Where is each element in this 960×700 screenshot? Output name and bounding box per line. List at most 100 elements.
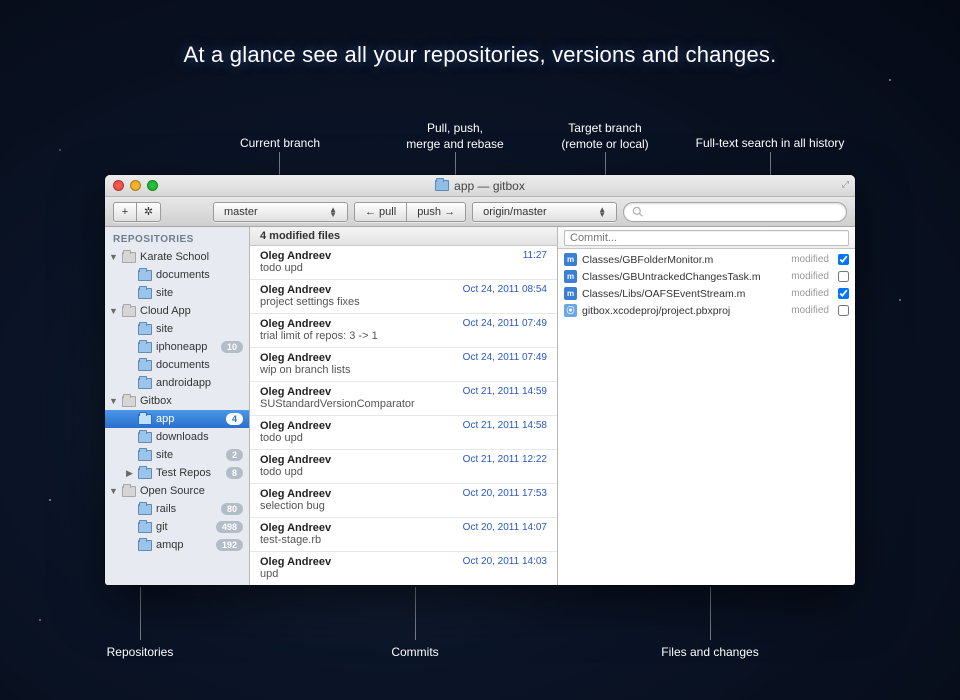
window-fullscreen-icon[interactable]: ⤢	[842, 179, 849, 190]
commit-author: Oleg Andreev	[260, 352, 331, 364]
callout-repos: Repositories	[90, 644, 190, 660]
sidebar-item[interactable]: site2	[105, 446, 249, 464]
pull-button[interactable]: ← pull	[354, 202, 407, 222]
sidebar-item[interactable]: site	[105, 284, 249, 302]
callout-files: Files and changes	[640, 644, 780, 660]
folder-icon	[138, 540, 152, 551]
commit-row[interactable]: Oleg AndreevOct 20, 2011 17:53selection …	[250, 484, 557, 518]
sidebar: REPOSITORIES ▼Karate Schooldocumentssite…	[105, 227, 250, 585]
file-row[interactable]: mClasses/GBUntrackedChangesTask.mmodifie…	[558, 268, 855, 285]
commit-message: test-stage.rb	[260, 534, 547, 546]
count-badge: 498	[216, 521, 243, 533]
commit-row[interactable]: Oleg AndreevOct 20, 2011 14:07test-stage…	[250, 518, 557, 552]
toolbar-left-group: + ✲	[113, 202, 161, 222]
folder-icon	[435, 180, 449, 191]
commit-row[interactable]: Oleg AndreevOct 20, 2011 14:03upd	[250, 552, 557, 585]
sidebar-item[interactable]: downloads	[105, 428, 249, 446]
count-badge: 4	[226, 413, 243, 425]
commit-message: project settings fixes	[260, 296, 547, 308]
file-status: modified	[791, 271, 829, 282]
window-close-icon[interactable]	[113, 180, 124, 191]
commit-row[interactable]: Oleg AndreevOct 24, 2011 07:49wip on bra…	[250, 348, 557, 382]
sidebar-header: REPOSITORIES	[105, 231, 249, 248]
disclosure-icon: ▼	[109, 306, 118, 316]
add-button[interactable]: +	[113, 202, 137, 222]
folder-icon	[138, 414, 152, 425]
commit-message: trial limit of repos: 3 -> 1	[260, 330, 547, 342]
sidebar-item-label: app	[156, 413, 174, 425]
commit-author: Oleg Andreev	[260, 420, 331, 432]
commit-row[interactable]: Oleg AndreevOct 21, 2011 14:58todo upd	[250, 416, 557, 450]
window-zoom-icon[interactable]	[147, 180, 158, 191]
commits-panel: 4 modified files Oleg Andreev11:27todo u…	[250, 227, 558, 585]
count-badge: 10	[221, 341, 243, 353]
file-name: Classes/GBUntrackedChangesTask.m	[582, 271, 786, 283]
sidebar-item[interactable]: documents	[105, 266, 249, 284]
sidebar-item[interactable]: documents	[105, 356, 249, 374]
app-window: app — gitbox ⤢ + ✲ master ▲▼ ← pull push…	[105, 175, 855, 585]
file-stage-checkbox[interactable]	[838, 271, 849, 282]
chevron-updown-icon: ▲▼	[329, 207, 337, 217]
filetype-icon: m	[564, 253, 577, 266]
sidebar-item[interactable]: iphoneapp10	[105, 338, 249, 356]
commit-row[interactable]: Oleg AndreevOct 24, 2011 07:49trial limi…	[250, 314, 557, 348]
folder-icon	[138, 504, 152, 515]
commit-row[interactable]: Oleg AndreevOct 24, 2011 08:54project se…	[250, 280, 557, 314]
titlebar[interactable]: app — gitbox ⤢	[105, 175, 855, 197]
target-branch-dropdown[interactable]: origin/master ▲▼	[472, 202, 617, 222]
callout-pull-push: Pull, push, merge and rebase	[395, 120, 515, 152]
sidebar-group[interactable]: ▼Open Source	[105, 482, 249, 500]
sidebar-item-label: downloads	[156, 431, 209, 443]
commits-header: 4 modified files	[250, 227, 557, 246]
commit-row[interactable]: Oleg Andreev11:27todo upd	[250, 246, 557, 280]
commit-author: Oleg Andreev	[260, 250, 331, 262]
settings-button[interactable]: ✲	[137, 202, 161, 222]
search-field[interactable]	[623, 202, 847, 222]
commit-message: wip on branch lists	[260, 364, 547, 376]
callout-line	[140, 587, 141, 640]
sidebar-group[interactable]: ▼ Gitbox	[105, 392, 249, 410]
sidebar-item-label: git	[156, 521, 168, 533]
callout-line	[415, 587, 416, 640]
changes-panel: mClasses/GBFolderMonitor.mmodifiedmClass…	[558, 227, 855, 585]
folder-icon	[138, 288, 152, 299]
push-button[interactable]: push →	[407, 202, 466, 222]
sidebar-group-label: Gitbox	[140, 395, 172, 407]
current-branch-dropdown[interactable]: master ▲▼	[213, 202, 348, 222]
folder-icon	[138, 522, 152, 533]
commit-row[interactable]: Oleg AndreevOct 21, 2011 12:22todo upd	[250, 450, 557, 484]
file-stage-checkbox[interactable]	[838, 254, 849, 265]
sidebar-item[interactable]: site	[105, 320, 249, 338]
sidebar-item[interactable]: rails80	[105, 500, 249, 518]
file-row[interactable]: ⦿gitbox.xcodeproj/project.pbxprojmodifie…	[558, 302, 855, 319]
folder-icon	[138, 270, 152, 281]
folder-icon	[138, 378, 152, 389]
file-stage-checkbox[interactable]	[838, 305, 849, 316]
disclosure-icon: ▼	[109, 396, 118, 406]
count-badge: 8	[226, 467, 243, 479]
commit-author: Oleg Andreev	[260, 522, 331, 534]
filetype-icon: m	[564, 287, 577, 300]
sidebar-item[interactable]: git 498	[105, 518, 249, 536]
file-row[interactable]: mClasses/GBFolderMonitor.mmodified	[558, 251, 855, 268]
sidebar-item[interactable]: androidapp	[105, 374, 249, 392]
sidebar-item[interactable]: ▶Test Repos8	[105, 464, 249, 482]
sidebar-item-label: documents	[156, 359, 210, 371]
sidebar-item[interactable]: amqp192	[105, 536, 249, 554]
commit-time: Oct 21, 2011 14:58	[463, 420, 547, 432]
file-stage-checkbox[interactable]	[838, 288, 849, 299]
commit-row[interactable]: Oleg AndreevOct 21, 2011 14:59SUStandard…	[250, 382, 557, 416]
sidebar-item[interactable]: app 4	[105, 410, 249, 428]
commit-author: Oleg Andreev	[260, 556, 331, 568]
sidebar-group[interactable]: ▼Cloud App	[105, 302, 249, 320]
commit-author: Oleg Andreev	[260, 284, 331, 296]
toolbar: + ✲ master ▲▼ ← pull push → origin/maste…	[105, 197, 855, 227]
search-input[interactable]	[648, 206, 838, 218]
folder-icon	[138, 324, 152, 335]
sidebar-group[interactable]: ▼Karate School	[105, 248, 249, 266]
file-row[interactable]: mClasses/Libs/OAFSEventStream.mmodified	[558, 285, 855, 302]
commit-message-input[interactable]	[564, 230, 849, 246]
commit-time: Oct 20, 2011 14:03	[463, 556, 547, 568]
commit-author: Oleg Andreev	[260, 488, 331, 500]
window-minimize-icon[interactable]	[130, 180, 141, 191]
